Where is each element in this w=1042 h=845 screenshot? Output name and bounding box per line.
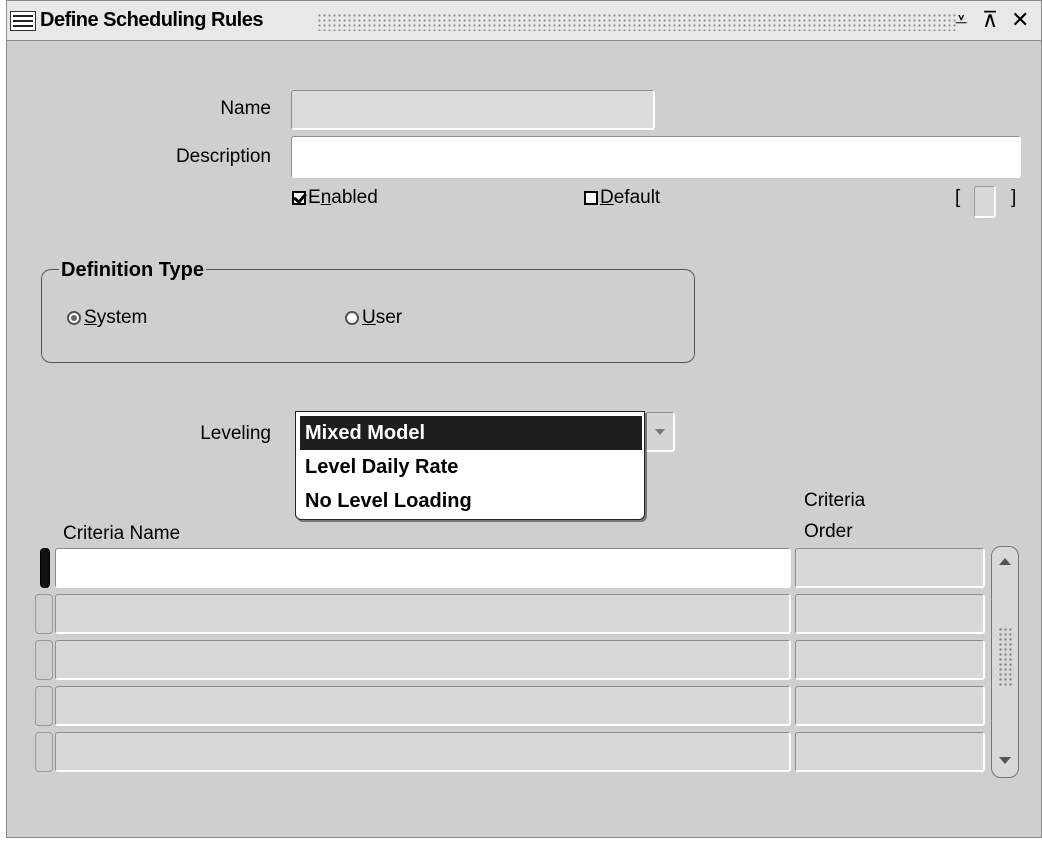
user-label-post: ser <box>375 307 403 328</box>
user-radio[interactable]: User <box>345 307 402 329</box>
leveling-dropdown-list: Mixed Model Level Daily Rate No Level Lo… <box>295 411 645 520</box>
system-radio[interactable]: System <box>67 307 147 329</box>
name-field[interactable] <box>291 90 655 130</box>
criteria-name-cell[interactable] <box>55 594 791 634</box>
define-scheduling-rules-window: Define Scheduling Rules ⩡ ⊼ ✕ Name Descr… <box>6 0 1042 838</box>
description-label: Description <box>175 146 271 167</box>
criteria-order-cell[interactable] <box>795 594 985 634</box>
criteria-name-cell[interactable] <box>55 548 791 588</box>
system-label-post: ystem <box>96 307 148 328</box>
row-indicator[interactable] <box>35 594 53 634</box>
leveling-label: Leveling <box>200 423 271 444</box>
close-icon[interactable]: ✕ <box>1011 7 1029 33</box>
window-title: Define Scheduling Rules <box>40 9 263 31</box>
user-radio-icon <box>345 311 359 325</box>
criteria-order-cell[interactable] <box>795 548 985 588</box>
name-label: Name <box>220 98 271 119</box>
default-label-post: efault <box>613 187 661 208</box>
user-label-accel: U <box>362 307 376 328</box>
vertical-scrollbar[interactable] <box>991 546 1019 778</box>
definition-type-title: Definition Type <box>59 259 206 282</box>
row-indicator-current[interactable] <box>40 548 50 588</box>
default-checkbox[interactable]: Default <box>584 187 660 209</box>
enabled-check-icon <box>292 191 306 205</box>
title-bar: Define Scheduling Rules ⩡ ⊼ ✕ <box>7 1 1041 41</box>
leveling-dropdown-arrow-icon[interactable] <box>645 412 675 452</box>
flexfield-bracket-close: ] <box>1011 187 1017 208</box>
scroll-up-icon[interactable] <box>995 553 1015 573</box>
row-indicator[interactable] <box>35 686 53 726</box>
criteria-name-header: Criteria Name <box>63 523 181 544</box>
minimize-icon[interactable]: ⩡ <box>955 7 967 33</box>
leveling-option-mixed-model[interactable]: Mixed Model <box>300 416 642 450</box>
criteria-order-header-line1: Criteria <box>804 490 866 511</box>
default-label-accel: D <box>600 187 614 208</box>
default-check-icon <box>584 191 598 205</box>
criteria-order-cell[interactable] <box>795 686 985 726</box>
criteria-order-header-line2: Order <box>804 521 853 542</box>
row-indicator[interactable] <box>35 732 53 772</box>
enabled-label-accel: n <box>320 187 332 208</box>
criteria-name-cell[interactable] <box>55 640 791 680</box>
criteria-order-cell[interactable] <box>795 732 985 772</box>
system-label-accel: S <box>84 307 97 328</box>
flexfield-field[interactable] <box>974 186 996 218</box>
description-field[interactable] <box>291 136 1021 178</box>
oracle-applications-icon <box>10 11 36 31</box>
criteria-order-cell[interactable] <box>795 640 985 680</box>
enabled-label-pre: E <box>308 187 321 208</box>
scroll-thumb[interactable] <box>998 627 1012 687</box>
scroll-down-icon[interactable] <box>995 751 1015 771</box>
title-bar-pattern <box>317 13 957 31</box>
leveling-option-no-level-loading[interactable]: No Level Loading <box>300 484 642 518</box>
enabled-label-post: abled <box>331 187 378 208</box>
enabled-checkbox[interactable]: En abled <box>292 187 378 209</box>
flexfield-bracket-open: [ <box>955 187 961 208</box>
leveling-option-level-daily-rate[interactable]: Level Daily Rate <box>300 450 642 484</box>
criteria-name-cell[interactable] <box>55 732 791 772</box>
maximize-icon[interactable]: ⊼ <box>982 7 998 33</box>
system-radio-icon <box>67 311 81 325</box>
criteria-name-cell[interactable] <box>55 686 791 726</box>
row-indicator[interactable] <box>35 640 53 680</box>
